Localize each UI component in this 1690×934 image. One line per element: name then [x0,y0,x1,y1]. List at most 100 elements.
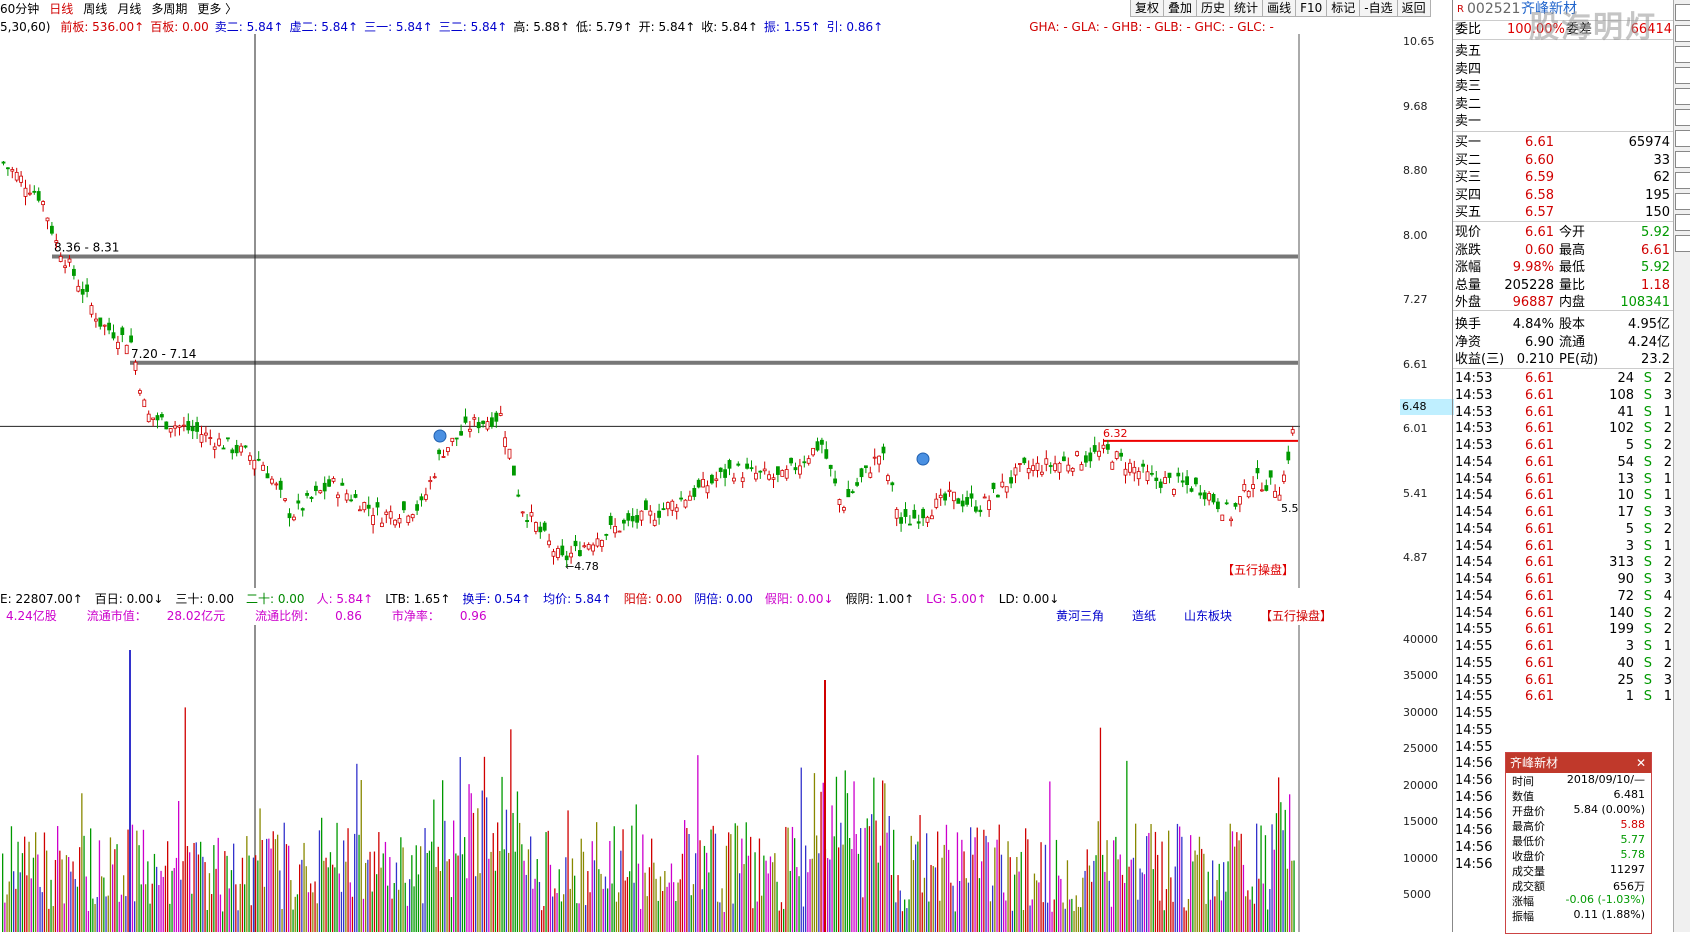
volume-bar [127,829,129,932]
rs-icon[interactable] [1675,172,1690,189]
toolbar-button-0[interactable]: 复权 [1130,0,1165,17]
menu-item-2[interactable]: 周线 [83,2,107,16]
toolbar-button-5[interactable]: F10 [1295,0,1328,17]
buy-label: 买三 [1455,170,1482,185]
concept-tag[interactable]: 【五行操盘】 [1260,609,1332,623]
move-icon[interactable] [1675,214,1690,231]
volume-bar [802,906,805,932]
indicator-infobar: 5,30,60) 前板: 536.00↑ 百板: 0.00 卖二: 5.84↑ 虚二:… [0,18,1280,34]
concept-tag[interactable]: 山东板块 [1184,609,1232,623]
candlestick-chart[interactable]: 8.36 - 8.31 7.20 - 7.14 6.32 ←4.78 5.5 【五行操盘】 [0,34,1400,588]
menu-item-4[interactable]: 多周期 [151,2,187,16]
tooltip-value: 5.84 (0.00%) [1573,803,1645,816]
volume-bar [87,910,90,932]
volume-bar [1183,907,1185,932]
volume-bar [943,844,945,932]
price-tick-label: 9.68 [1403,99,1428,113]
volume-bar [523,860,525,932]
toolbar-button-3[interactable]: 统计 [1229,0,1264,17]
toolbar-button-4[interactable]: 画线 [1262,0,1297,17]
fund-icon[interactable] [1675,130,1690,147]
volume-bar [699,840,701,932]
menu-item-0[interactable]: 60分钟 [0,2,39,16]
candle-body [344,493,349,501]
bar-icon[interactable] [1675,88,1690,105]
volume-bar [371,891,373,932]
s-icon[interactable] [1675,193,1690,210]
volume-bar [107,895,109,932]
volume-bar [46,850,48,932]
concept-tag[interactable]: 黄河三角 [1056,609,1104,623]
volume-bar [365,862,367,932]
volume-bar [752,908,754,932]
candle-body [908,523,912,526]
candle-body [164,421,169,430]
volume-bar [833,836,835,932]
volume-bar [406,905,409,932]
volume-bar [589,892,591,932]
period-menu: 60分钟 日线 周线 月线 多周期 更多 〉 [0,0,1120,16]
candle-body [410,514,415,519]
volume-axis: 40000 35000 30000 25000 20000 15000 10000 5000 [1403,625,1451,932]
candle-body [67,258,72,263]
toolbar-button-7[interactable]: -自选 [1359,0,1398,17]
close-icon[interactable]: ✕ [1636,753,1646,773]
volume-bar [340,891,343,932]
list-icon[interactable] [1675,46,1690,63]
toolbar-button-2[interactable]: 历史 [1196,0,1231,17]
buy-volume: 33 [1653,152,1670,168]
menu-item-3[interactable]: 月线 [117,2,141,16]
bid-row: 买五 6.57 150 [1453,203,1674,222]
toolbar-button-8[interactable]: 返回 [1396,0,1431,17]
toolbar-button-1[interactable]: 叠加 [1163,0,1198,17]
sell-label: 卖三 [1455,79,1482,94]
volume-bar [1047,902,1049,932]
volume-indicator: LG: 5.00↑ [926,592,987,606]
candle-body [415,504,420,511]
volume-bars [2,650,1295,932]
menu-item-1[interactable]: 日线 [49,2,73,16]
volume-bar [633,882,635,932]
weibi-label: 委比 [1455,22,1482,37]
volume-bar [134,901,136,932]
volume-bar [675,901,677,932]
stat-label: 今开 [1559,225,1586,240]
volume-bar [503,849,505,932]
volume-bar [582,851,585,932]
candle-body [441,456,446,458]
candle-body [217,438,222,446]
price-tick-label: 5.41 [1403,486,1428,500]
divider [1453,310,1674,311]
volume-bar [1150,824,1152,932]
volume-bar [626,877,629,932]
volume-bar [875,820,877,932]
volume-bar [413,886,415,932]
grid-icon[interactable] [1675,67,1690,84]
candle-body [58,256,63,262]
volume-bar [228,888,230,932]
volume-bar [457,855,459,932]
chart-icon[interactable] [1675,25,1690,42]
volume-bar [860,828,862,932]
volume-bar [534,878,536,932]
news-icon[interactable] [1675,151,1690,168]
candle-body [239,445,244,453]
toolbar-button-6[interactable]: 标记 [1326,0,1361,17]
volume-bar [1031,899,1033,932]
share-icon[interactable] [1675,4,1690,21]
menu-item-5[interactable]: 更多 〉 [197,2,237,16]
volume-bar [934,867,937,932]
volume-bar [186,846,189,932]
volume-bar [74,878,76,932]
volume-chart[interactable] [0,625,1400,932]
fi-icon[interactable] [1675,109,1690,126]
volume-bar [998,824,1000,932]
f-icon[interactable] [1675,235,1690,252]
volume-bar [1256,823,1258,932]
volume-bar [329,852,332,932]
volume-bar [1027,839,1029,932]
volume-bar [255,855,257,932]
volume-bar [765,860,767,932]
volume-bar [519,822,521,932]
concept-tag[interactable]: 造纸 [1132,609,1156,623]
